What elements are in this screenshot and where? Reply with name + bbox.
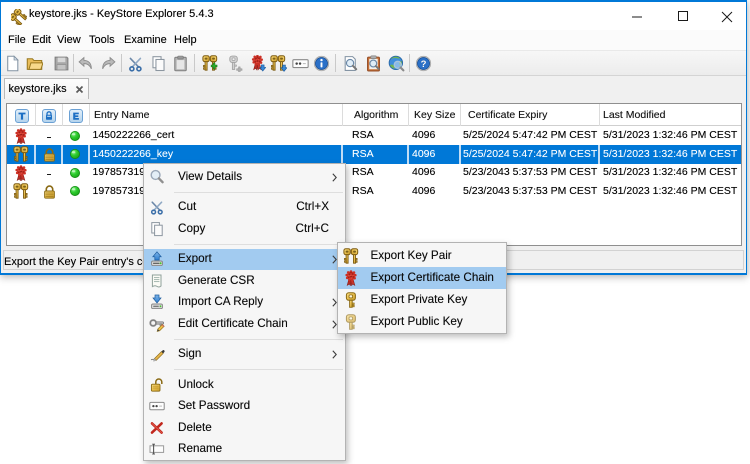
svg-text:?: ?	[421, 59, 427, 70]
